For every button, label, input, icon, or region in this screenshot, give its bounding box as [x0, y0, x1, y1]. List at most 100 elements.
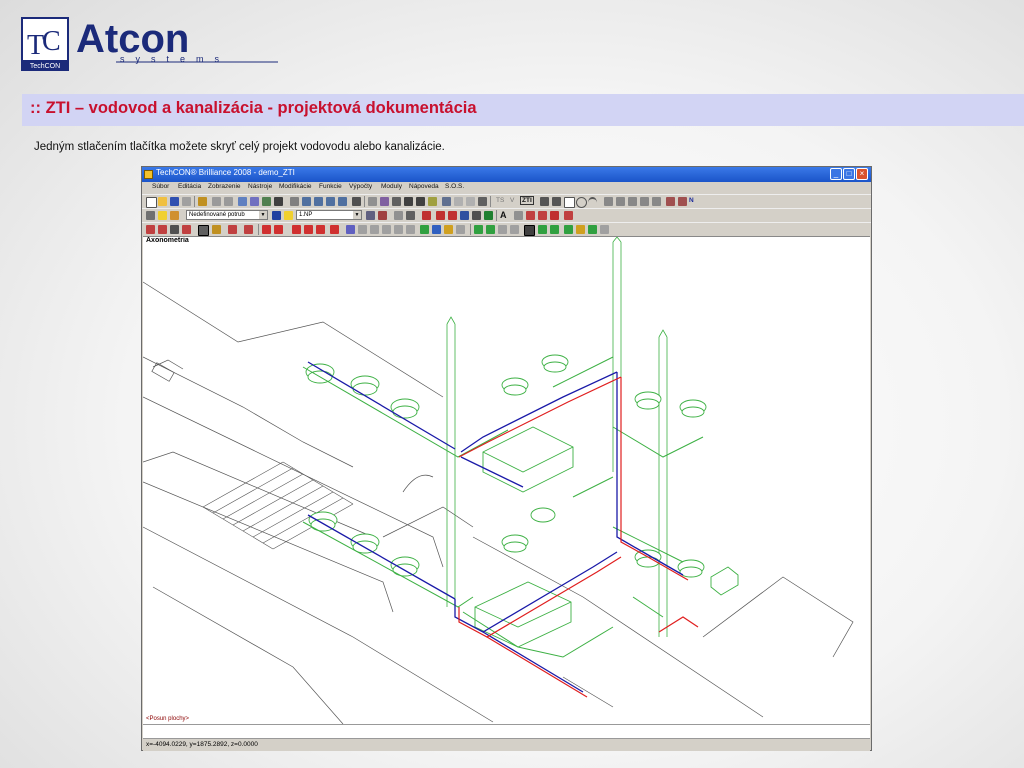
layer-state-icon[interactable]: [170, 211, 179, 220]
maximize-icon[interactable]: □: [843, 168, 855, 180]
zoom-in-icon[interactable]: [326, 197, 335, 206]
fixture-icon[interactable]: [550, 225, 559, 234]
dimension-icon[interactable]: [604, 197, 613, 206]
pick-icon[interactable]: [380, 197, 389, 206]
menu-moduly[interactable]: Moduly: [381, 183, 402, 190]
brush-icon[interactable]: [378, 211, 387, 220]
join-icon[interactable]: [406, 211, 415, 220]
line-icon[interactable]: [540, 197, 549, 206]
menu-subor[interactable]: Súbor: [152, 183, 169, 190]
open-folder-icon[interactable]: [158, 197, 167, 206]
n-button[interactable]: N: [689, 197, 694, 204]
trim-icon[interactable]: [466, 197, 475, 206]
color-icon[interactable]: [472, 211, 481, 220]
cross-icon[interactable]: [316, 225, 325, 234]
minimize-icon[interactable]: _: [830, 168, 842, 180]
pipe-red-icon[interactable]: [262, 225, 271, 234]
floor-select[interactable]: 1.NP ▼: [296, 210, 362, 220]
text-edit-icon[interactable]: [514, 211, 523, 220]
light-icon[interactable]: [444, 225, 453, 234]
menu-editacia[interactable]: Editácia: [178, 183, 201, 190]
wizard-icon[interactable]: [198, 197, 207, 206]
menu-nastroje[interactable]: Nástroje: [248, 183, 272, 190]
zoom-out-icon[interactable]: [338, 197, 347, 206]
sink-icon[interactable]: [456, 225, 465, 234]
axonometry-icon[interactable]: [198, 225, 209, 236]
symbol-icon[interactable]: [526, 211, 535, 220]
meter-icon[interactable]: [370, 225, 379, 234]
north-icon[interactable]: [678, 197, 687, 206]
layer-icon[interactable]: [442, 197, 451, 206]
stairs-icon[interactable]: [212, 225, 221, 234]
text-button[interactable]: A: [500, 210, 507, 220]
menu-funkcie[interactable]: Funkcie: [319, 183, 342, 190]
properties-icon[interactable]: [250, 197, 259, 206]
layer-manager-icon[interactable]: [146, 211, 155, 220]
polyline-icon[interactable]: [552, 197, 561, 206]
branch-icon[interactable]: [304, 225, 313, 234]
node-green-icon[interactable]: [486, 225, 495, 234]
tap-icon[interactable]: [406, 225, 415, 234]
pipe-type-select[interactable]: Nedefinované potrub ▼: [186, 210, 268, 220]
text-style-icon[interactable]: [666, 197, 675, 206]
window-titlebar[interactable]: TechCON® Brilliance 2008 - demo_ZTI _ □ …: [142, 167, 871, 182]
redo-icon[interactable]: [224, 197, 233, 206]
block-icon[interactable]: [538, 211, 547, 220]
trap-icon[interactable]: [510, 225, 519, 234]
close-icon[interactable]: ×: [856, 168, 868, 180]
circle-icon[interactable]: [576, 197, 587, 208]
zoom-all-icon[interactable]: [352, 197, 361, 206]
menu-sos[interactable]: S.O.S.: [445, 183, 464, 190]
wall-icon[interactable]: [146, 225, 155, 234]
erase-icon[interactable]: [454, 197, 463, 206]
layout-icon[interactable]: [238, 197, 247, 206]
dimension-aligned-icon[interactable]: [616, 197, 625, 206]
zoom-previous-icon[interactable]: [314, 197, 323, 206]
menu-vypocty[interactable]: Výpočty: [349, 183, 372, 190]
arc-icon[interactable]: [588, 197, 597, 208]
cube-icon[interactable]: [262, 197, 271, 206]
command-line[interactable]: [143, 724, 870, 739]
table-icon[interactable]: [448, 211, 457, 220]
lineweight-icon[interactable]: [484, 211, 493, 220]
clean-icon[interactable]: [290, 197, 299, 206]
drain-icon[interactable]: [432, 225, 441, 234]
heater-icon[interactable]: [394, 225, 403, 234]
pipe-cold-icon[interactable]: [274, 225, 283, 234]
explode-icon[interactable]: [460, 211, 469, 220]
door-icon[interactable]: [182, 225, 191, 234]
lightbulb-icon[interactable]: [158, 211, 167, 220]
hydrant-icon[interactable]: [564, 225, 573, 234]
pump-icon[interactable]: [382, 225, 391, 234]
pipe-green-icon[interactable]: [538, 225, 547, 234]
move-icon[interactable]: [392, 197, 401, 206]
grid-icon[interactable]: [228, 225, 237, 234]
roof-icon[interactable]: [158, 225, 167, 234]
floor-lightbulb-icon[interactable]: [284, 211, 293, 220]
save-icon[interactable]: [170, 197, 179, 206]
sanitary-icon[interactable]: [420, 225, 429, 234]
rotate-icon[interactable]: [404, 197, 413, 206]
zoom-window-icon[interactable]: [302, 197, 311, 206]
rectangle-icon[interactable]: [564, 197, 575, 208]
diamond-icon[interactable]: [576, 225, 585, 234]
mirror-icon[interactable]: [416, 197, 425, 206]
ts-toggle[interactable]: TS: [496, 197, 504, 204]
floor-book-icon[interactable]: [272, 211, 281, 220]
v-toggle[interactable]: V: [510, 197, 514, 204]
undo-icon[interactable]: [212, 197, 221, 206]
connect-icon[interactable]: [474, 225, 483, 234]
pipe-list-icon[interactable]: [330, 225, 339, 234]
match-properties-icon[interactable]: [366, 211, 375, 220]
fitting-icon[interactable]: [346, 225, 355, 234]
menu-napoveda[interactable]: Nápoveda: [409, 183, 439, 190]
dimension-radius-icon[interactable]: [640, 197, 649, 206]
edit-icon[interactable]: [428, 197, 437, 206]
axonometric-drawing[interactable]: [143, 237, 870, 724]
riser-icon[interactable]: [292, 225, 301, 234]
dimension-angular-icon[interactable]: [628, 197, 637, 206]
measure-icon[interactable]: [550, 211, 559, 220]
new-file-icon[interactable]: [146, 197, 157, 208]
insert-icon[interactable]: [436, 211, 445, 220]
warning-icon[interactable]: [600, 225, 609, 234]
